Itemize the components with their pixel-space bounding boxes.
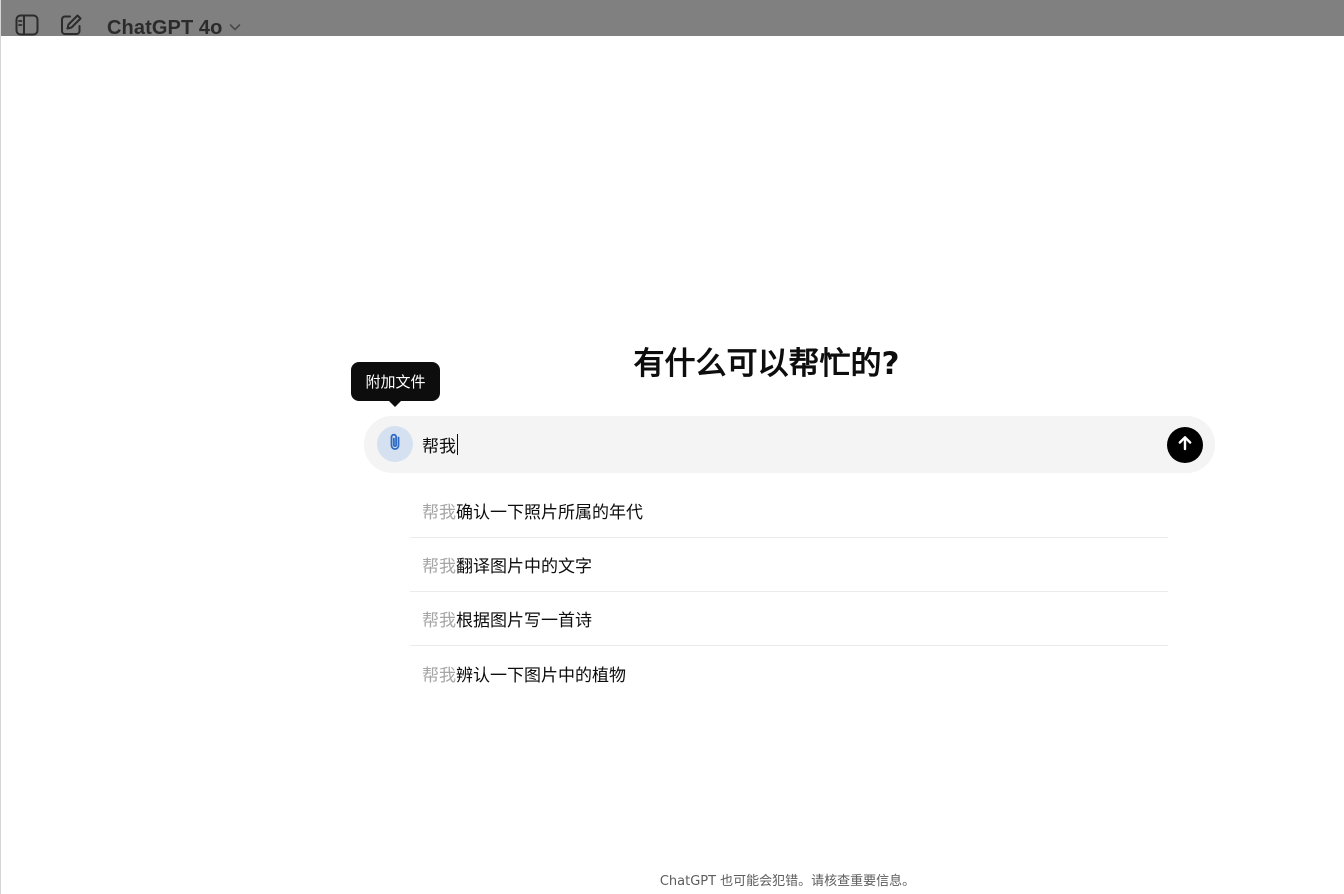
paperclip-icon bbox=[384, 431, 406, 457]
message-input[interactable]: 帮我 bbox=[422, 430, 458, 458]
suggestion-item[interactable]: 帮我 根据图片写一首诗 bbox=[410, 592, 1168, 646]
suggestion-prefix: 帮我 bbox=[422, 665, 456, 686]
chat-page: ChatGPT 4o 有什么可以帮忙的? 附加文件 帮我 帮我 确认一下照片所属… bbox=[0, 0, 1344, 894]
model-name: ChatGPT 4o bbox=[107, 16, 223, 39]
suggestion-text: 辨认一下图片中的植物 bbox=[456, 665, 626, 686]
suggestion-list: 帮我 确认一下照片所属的年代 帮我 翻译图片中的文字 帮我 根据图片写一首诗 帮我 辨认… bbox=[410, 484, 1168, 700]
page-title: 有什么可以帮忙的? bbox=[633, 346, 900, 382]
suggestion-text: 确认一下照片所属的年代 bbox=[456, 503, 643, 523]
disclaimer-text: ChatGPT 也可能会犯错。请核查重要信息。 bbox=[659, 874, 916, 889]
header-bar: ChatGPT 4o bbox=[1, 0, 1344, 39]
message-input-value: 帮我 bbox=[422, 436, 456, 457]
suggestion-prefix: 帮我 bbox=[422, 557, 456, 577]
send-button[interactable] bbox=[1167, 427, 1203, 463]
message-composer: 帮我 bbox=[364, 416, 1215, 473]
suggestion-item[interactable]: 帮我 辨认一下图片中的植物 bbox=[410, 646, 1168, 700]
new-chat-icon bbox=[58, 12, 84, 42]
suggestion-text: 翻译图片中的文字 bbox=[456, 557, 592, 577]
text-caret bbox=[457, 433, 458, 455]
model-selector[interactable]: ChatGPT 4o bbox=[107, 14, 242, 42]
sidebar-toggle-button[interactable] bbox=[14, 14, 40, 40]
attach-tooltip: 附加文件 bbox=[351, 362, 440, 401]
tooltip-arrow bbox=[388, 400, 402, 407]
suggestion-prefix: 帮我 bbox=[422, 611, 456, 631]
attach-file-button[interactable] bbox=[377, 426, 413, 462]
suggestion-item[interactable]: 帮我 翻译图片中的文字 bbox=[410, 538, 1168, 592]
suggestion-text: 根据图片写一首诗 bbox=[456, 611, 592, 631]
new-chat-button[interactable] bbox=[58, 14, 84, 40]
suggestion-item[interactable]: 帮我 确认一下照片所属的年代 bbox=[410, 484, 1168, 538]
chevron-down-icon bbox=[228, 19, 242, 38]
suggestion-prefix: 帮我 bbox=[422, 503, 456, 523]
sidebar-toggle-icon bbox=[14, 12, 40, 42]
arrow-up-icon bbox=[1175, 433, 1195, 457]
